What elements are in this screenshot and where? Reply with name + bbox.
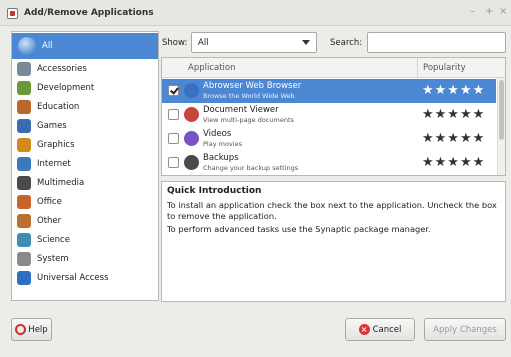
intro-paragraph-2: To perform advanced tasks use the Synapt… <box>167 224 431 234</box>
table-row[interactable]: Videos Play movies ★★★★★ <box>162 127 496 151</box>
accessories-icon <box>17 61 31 76</box>
videos-icon <box>184 131 199 146</box>
show-dropdown[interactable]: All <box>191 32 317 53</box>
intro-heading: Quick Introduction <box>167 186 262 196</box>
category-label: Office <box>37 196 62 207</box>
cancel-button[interactable]: × Cancel <box>345 318 415 341</box>
app-description: View multi-page documents <box>203 116 294 124</box>
category-label: Accessories <box>37 63 87 74</box>
universal-access-icon <box>17 270 31 285</box>
system-icon <box>17 251 31 266</box>
category-label: Other <box>37 215 62 226</box>
category-item-office[interactable]: Office <box>12 192 158 211</box>
category-item-games[interactable]: Games <box>12 116 158 135</box>
education-icon <box>17 99 31 114</box>
app-description: Play movies <box>203 140 242 148</box>
app-name: Backups <box>203 153 239 163</box>
app-name: Document Viewer <box>203 105 279 115</box>
popularity-stars: ★★★★★ <box>422 131 486 146</box>
maximize-icon[interactable]: + <box>485 6 493 17</box>
category-item-development[interactable]: Development <box>12 78 158 97</box>
apply-label: Apply Changes <box>433 324 497 335</box>
install-checkbox[interactable] <box>168 109 179 120</box>
cancel-label: Cancel <box>372 324 402 335</box>
close-icon[interactable]: × <box>499 6 507 17</box>
category-label: Multimedia <box>37 177 85 188</box>
internet-icon <box>17 156 31 171</box>
title-bar: Add/Remove Applications – + × <box>0 0 511 26</box>
all-icon <box>18 37 36 55</box>
popularity-stars: ★★★★★ <box>422 83 486 98</box>
vertical-scrollbar[interactable] <box>497 78 505 175</box>
install-checkbox[interactable] <box>168 157 179 168</box>
category-item-universal-access[interactable]: Universal Access <box>12 268 158 287</box>
other-icon <box>17 213 31 228</box>
category-item-education[interactable]: Education <box>12 97 158 116</box>
minimize-icon[interactable]: – <box>470 6 475 17</box>
office-icon <box>17 194 31 209</box>
backups-icon <box>184 155 199 170</box>
games-icon <box>17 118 31 133</box>
table-row[interactable]: Document Viewer View multi-page document… <box>162 103 496 127</box>
column-application[interactable]: Application <box>188 63 236 73</box>
help-icon <box>15 324 27 335</box>
app-description: Browse the World Wide Web <box>203 92 295 100</box>
install-checkbox[interactable] <box>168 85 179 96</box>
science-icon <box>17 232 31 247</box>
category-label: Games <box>37 120 67 131</box>
category-item-system[interactable]: System <box>12 249 158 268</box>
app-name: Abrowser Web Browser <box>203 81 302 91</box>
column-separator <box>417 58 418 78</box>
category-list: All Accessories Development Education Ga… <box>11 31 159 301</box>
category-label: Development <box>37 82 95 93</box>
table-row[interactable]: Abrowser Web Browser Browse the World Wi… <box>162 79 496 103</box>
search-label: Search: <box>330 38 363 48</box>
applications-table: Application Popularity Abrowser Web Brow… <box>161 57 506 176</box>
document-viewer-icon <box>184 107 199 122</box>
quick-introduction-panel: Quick Introduction To install an applica… <box>161 181 506 302</box>
table-row[interactable]: Backups Change your backup settings ★★★★… <box>162 151 496 175</box>
category-label: All <box>42 41 53 51</box>
table-header: Application Popularity <box>162 58 505 78</box>
category-item-science[interactable]: Science <box>12 230 158 249</box>
search-input[interactable] <box>367 32 506 53</box>
multimedia-icon <box>17 175 31 190</box>
popularity-stars: ★★★★★ <box>422 155 486 170</box>
graphics-icon <box>17 137 31 152</box>
category-label: Education <box>37 101 80 112</box>
intro-paragraph-1: To install an application check the box … <box>167 200 497 221</box>
install-checkbox[interactable] <box>168 133 179 144</box>
apply-changes-button[interactable]: Apply Changes <box>424 318 506 341</box>
category-item-internet[interactable]: Internet <box>12 154 158 173</box>
category-label: System <box>37 253 69 264</box>
category-label: Universal Access <box>37 272 109 283</box>
window-title: Add/Remove Applications <box>24 8 154 18</box>
popularity-stars: ★★★★★ <box>422 107 486 122</box>
show-label: Show: <box>162 38 188 48</box>
column-popularity[interactable]: Popularity <box>423 63 466 73</box>
chevron-down-icon <box>302 40 310 45</box>
category-label: Science <box>37 234 70 245</box>
show-dropdown-value: All <box>198 37 209 48</box>
development-icon <box>17 80 31 95</box>
browser-icon <box>184 83 199 98</box>
help-label: Help <box>28 324 48 335</box>
help-button[interactable]: Help <box>11 318 52 341</box>
category-item-other[interactable]: Other <box>12 211 158 230</box>
category-item-all[interactable]: All <box>12 33 158 59</box>
category-item-accessories[interactable]: Accessories <box>12 59 158 78</box>
scrollbar-thumb[interactable] <box>499 80 504 140</box>
add-remove-window: Add/Remove Applications – + × All Access… <box>0 0 511 357</box>
app-name: Videos <box>203 129 232 139</box>
category-item-graphics[interactable]: Graphics <box>12 135 158 154</box>
category-item-multimedia[interactable]: Multimedia <box>12 173 158 192</box>
category-label: Graphics <box>37 139 75 150</box>
category-label: Internet <box>37 158 71 169</box>
cancel-icon: × <box>358 324 370 335</box>
app-description: Change your backup settings <box>203 164 299 172</box>
app-icon <box>7 8 18 19</box>
